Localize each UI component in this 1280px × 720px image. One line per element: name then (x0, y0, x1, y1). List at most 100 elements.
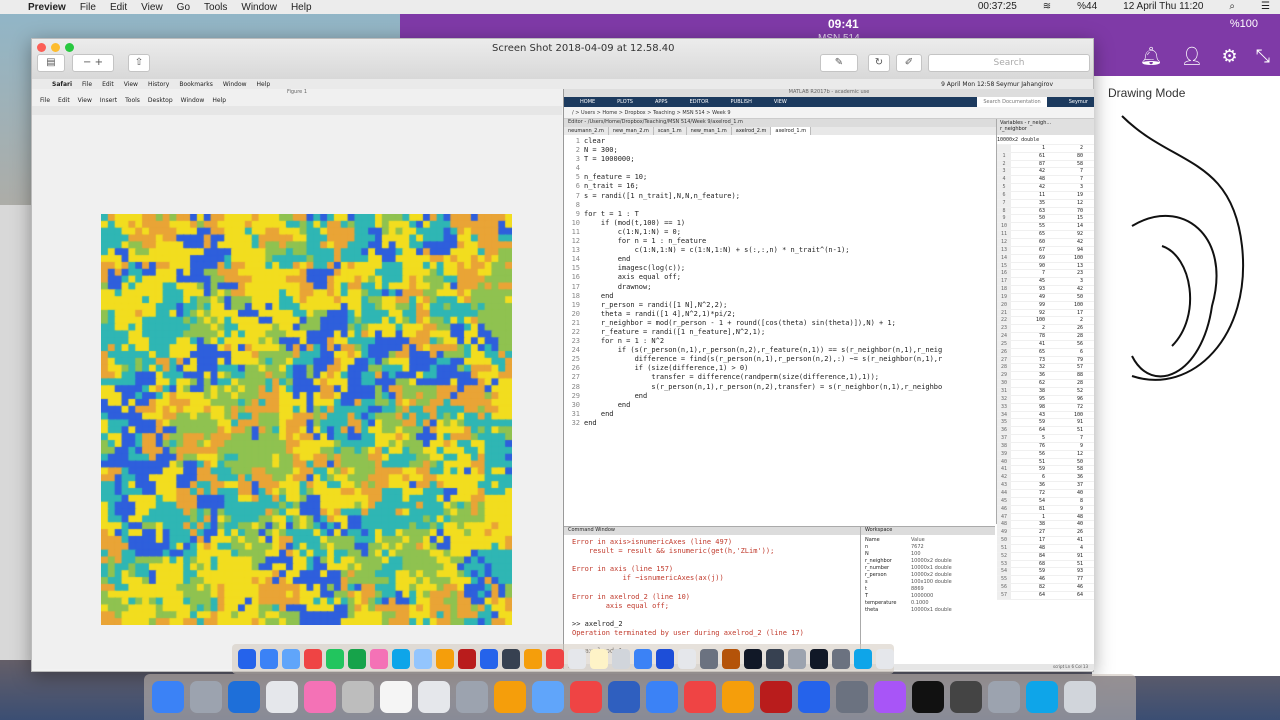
menu-view[interactable]: View (141, 2, 163, 13)
variables-row: 10 55 14 (997, 223, 1094, 232)
dock-app-icon[interactable] (190, 681, 222, 713)
wifi-icon[interactable]: ≋ (1043, 1, 1051, 12)
close-icon[interactable] (37, 43, 46, 52)
share-icon[interactable]: ⇧ (128, 54, 150, 72)
dock-app-icon[interactable] (494, 681, 526, 713)
preview-search-input[interactable]: Search (928, 54, 1090, 72)
dock-app-icon[interactable] (380, 681, 412, 713)
code-line: 9 for t = 1 : T (564, 210, 996, 219)
workspace-var-name: temperature (865, 600, 897, 606)
cell-value: 26 (1076, 529, 1083, 536)
line-number: 3 (575, 155, 580, 164)
code-text: end (584, 391, 648, 400)
variables-row: 28 32 57 (997, 364, 1094, 373)
menu-go[interactable]: Go (177, 2, 190, 13)
variables-row: 8 63 70 (997, 207, 1094, 216)
dock-app-icon[interactable] (304, 681, 336, 713)
dock-app-icon[interactable] (722, 681, 754, 713)
bell-icon[interactable]: 🔔︎ (1140, 46, 1163, 67)
cell-value: 17 (1076, 309, 1083, 316)
row-number: 41 (997, 466, 1011, 474)
matlab-ribbon-tabs: HOME PLOTS APPS EDITOR PUBLISH VIEW Sear… (564, 97, 1094, 107)
variables-row: 49 27 26 (997, 529, 1094, 538)
add-user-icon[interactable]: 👤︎ (1181, 46, 1204, 67)
dock-app-icon[interactable] (1026, 681, 1058, 713)
dock-app-icon[interactable] (570, 681, 602, 713)
drawing-mode-label[interactable]: Drawing Mode (1108, 86, 1185, 100)
cell-value: 55 (1038, 223, 1045, 230)
gear-icon[interactable]: ⚙ (1221, 46, 1237, 67)
timer-text: 00:37:25 (977, 1, 1017, 12)
cell-value: 2 (1079, 317, 1083, 324)
dock-app-icon[interactable] (152, 681, 184, 713)
dock-app-icon[interactable] (456, 681, 488, 713)
row-number: 10 (997, 223, 1011, 231)
row-number: 46 (997, 505, 1011, 513)
workspace-row: T 1000000 (865, 593, 993, 600)
cell-value: 56 (1038, 450, 1045, 457)
menu-tools[interactable]: Tools (204, 2, 227, 13)
inner-menu-item: Window (222, 80, 247, 88)
dock-app-icon[interactable] (874, 681, 906, 713)
command-line: if ~isnumericAxes(ax(j)) (572, 574, 724, 583)
workspace-var-value: 7672 (911, 544, 924, 550)
screenshot-dock-icon (304, 649, 322, 669)
sidebar-toggle-icon[interactable]: ▤ (37, 54, 65, 72)
markup-icon[interactable]: ✎ (820, 54, 858, 72)
menu-list-icon[interactable]: ☰ (1261, 1, 1270, 12)
dock-app-icon[interactable] (798, 681, 830, 713)
variables-row: 18 93 42 (997, 286, 1094, 294)
menu-file[interactable]: File (80, 2, 96, 13)
variables-row: 14 69 100 (997, 254, 1094, 263)
search-icon[interactable]: ⌕ (1229, 1, 1235, 12)
dock-app-icon[interactable] (342, 681, 374, 713)
cell-value: 87 (1038, 160, 1045, 167)
dock-app-icon[interactable] (988, 681, 1020, 713)
cell-value: 7 (1079, 435, 1083, 442)
variables-row: 26 65 6 (997, 348, 1094, 357)
cell-value: 65 (1038, 231, 1045, 238)
row-number: 56 (997, 584, 1011, 591)
screenshot-menubar: Safari File Edit View History Bookmarks … (32, 79, 1093, 89)
collapse-icon[interactable]: ⤡ (1256, 46, 1270, 67)
line-number: 12 (571, 237, 580, 246)
minimize-icon[interactable] (51, 43, 60, 52)
figure-menu-item: File (40, 97, 51, 104)
dock-app-icon[interactable] (646, 681, 678, 713)
row-number: 36 (997, 427, 1011, 435)
line-number: 15 (571, 264, 580, 273)
variables-row: 43 36 37 (997, 482, 1094, 490)
dock-app-icon[interactable] (760, 681, 792, 713)
line-number: 32 (571, 418, 580, 427)
line-number: 27 (571, 373, 580, 382)
dock-app-icon[interactable] (684, 681, 716, 713)
cell-value: 90 (1038, 262, 1045, 269)
workspace-col-header: Value (911, 537, 925, 543)
dock-app-icon[interactable] (418, 681, 450, 713)
ipad-canvas[interactable] (1091, 76, 1280, 676)
code-text: axis equal off; (584, 273, 681, 282)
code-line: 5 n_feature = 10; (564, 173, 996, 182)
dock-app-icon[interactable] (608, 681, 640, 713)
markup-toolbar-icon[interactable]: ✐ (896, 54, 922, 72)
code-text: difference = find(s(r_person(n,1),r_pers… (584, 355, 943, 364)
dock-app-icon[interactable] (912, 681, 944, 713)
menu-app-name[interactable]: Preview (28, 2, 66, 13)
menu-edit[interactable]: Edit (110, 2, 127, 13)
dock-app-icon[interactable] (950, 681, 982, 713)
row-number: 22 (997, 317, 1011, 325)
dock-app-icon[interactable] (228, 681, 260, 713)
dock-app-icon[interactable] (836, 681, 868, 713)
menu-help[interactable]: Help (291, 2, 312, 13)
code-line: 26 if (size(difference,1) > 0) (564, 364, 996, 373)
zoom-icon[interactable] (65, 43, 74, 52)
menu-window[interactable]: Window (241, 2, 277, 13)
status-right: script Ln 6 Col 13 (1053, 664, 1088, 669)
dock-app-icon[interactable] (1064, 681, 1096, 713)
rotate-icon[interactable]: ↻ (868, 54, 890, 72)
zoom-controls-icon[interactable]: − + (72, 54, 114, 72)
line-number: 26 (571, 364, 580, 373)
dock-app-icon[interactable] (532, 681, 564, 713)
dock-app-icon[interactable] (266, 681, 298, 713)
cell-value: 72 (1076, 403, 1083, 410)
